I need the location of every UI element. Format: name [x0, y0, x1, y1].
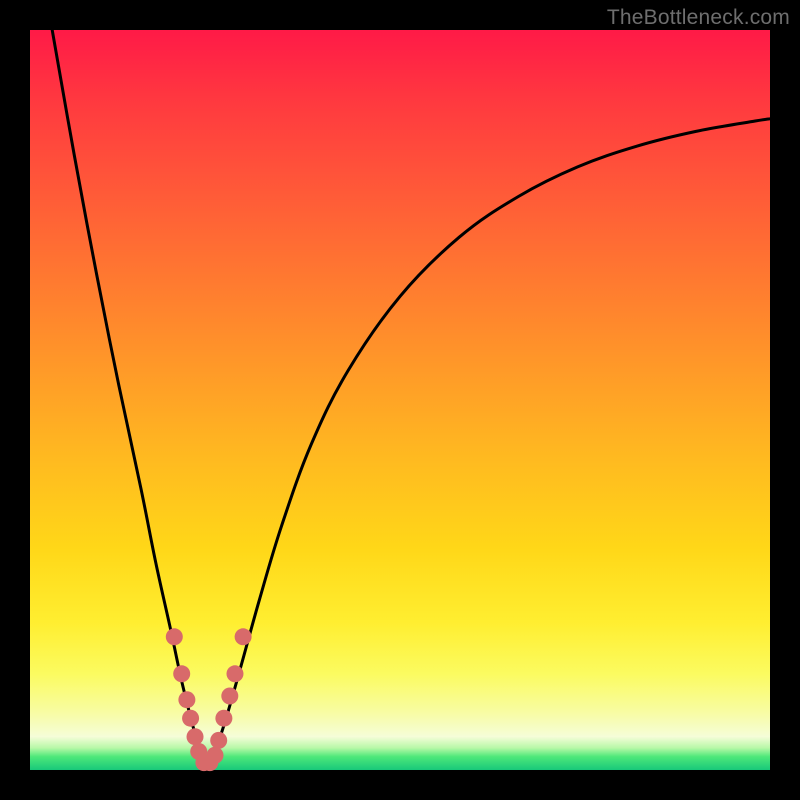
curve-right-branch: [208, 119, 770, 767]
marker-dot: [221, 688, 238, 705]
marker-dot: [210, 732, 227, 749]
marker-dot: [207, 747, 224, 764]
marker-dot: [215, 710, 232, 727]
watermark-text: TheBottleneck.com: [607, 6, 790, 30]
marker-dot: [182, 710, 199, 727]
marker-layer: [166, 628, 252, 771]
marker-dot: [235, 628, 252, 645]
plot-area: [30, 30, 770, 770]
curve-layer: [52, 30, 770, 766]
marker-dot: [226, 665, 243, 682]
marker-dot: [187, 728, 204, 745]
marker-dot: [178, 691, 195, 708]
marker-dot: [173, 665, 190, 682]
curve-left-branch: [52, 30, 207, 766]
outer-frame: TheBottleneck.com: [0, 0, 800, 800]
chart-svg: [30, 30, 770, 770]
marker-dot: [166, 628, 183, 645]
